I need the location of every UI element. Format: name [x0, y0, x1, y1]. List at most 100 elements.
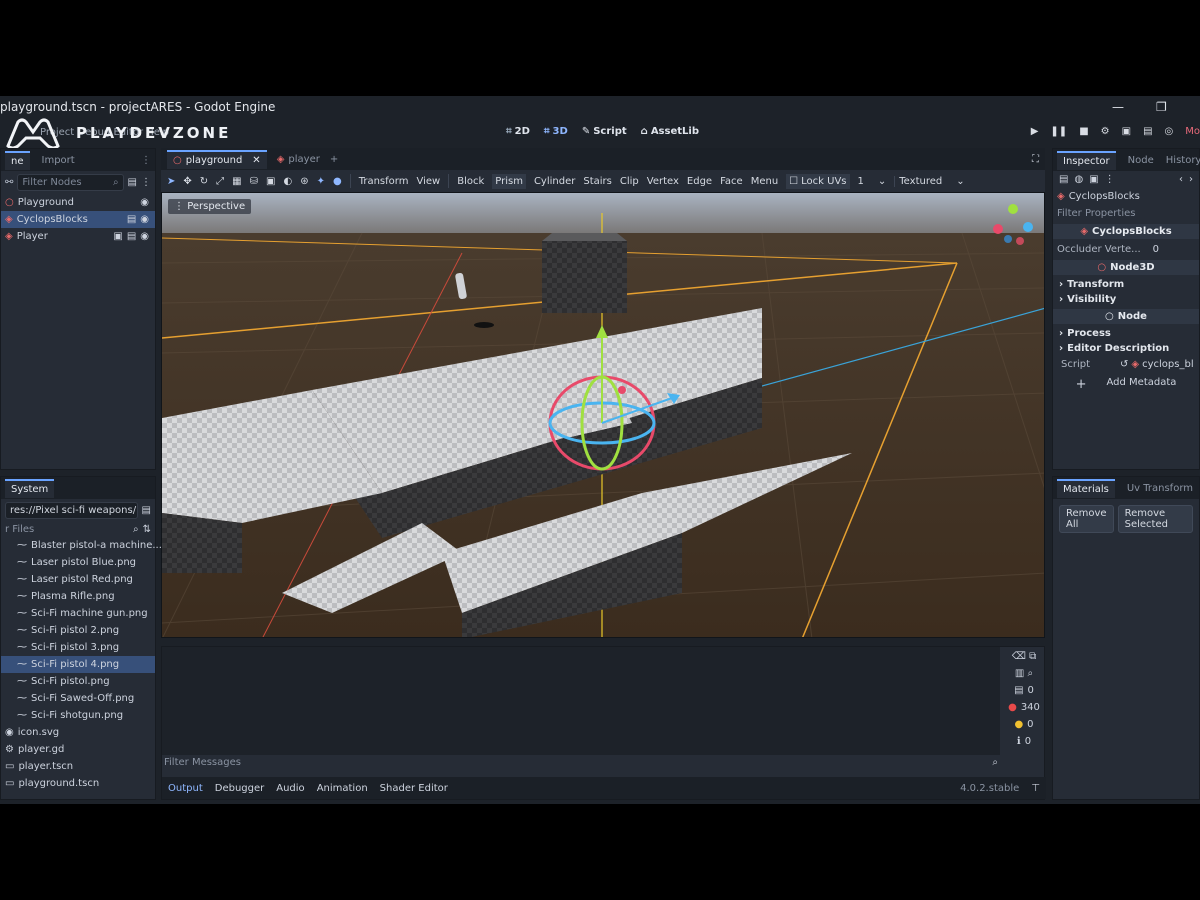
- local-space-icon[interactable]: ◐: [283, 176, 292, 187]
- script-icon[interactable]: ▤: [127, 231, 136, 242]
- snap-icon[interactable]: ⊛: [300, 176, 308, 187]
- tool-face[interactable]: Face: [720, 176, 743, 187]
- log-count[interactable]: ▤ 0: [1014, 685, 1034, 696]
- lock-uvs-toggle[interactable]: ☐ Lock UVs: [786, 173, 850, 189]
- shading-select[interactable]: Textured ⌄: [894, 175, 965, 187]
- file-item[interactable]: ▭ player.tscn: [1, 758, 155, 775]
- remove-selected-button[interactable]: Remove Selected: [1117, 505, 1193, 533]
- tree-item-cyclopsblocks[interactable]: ◈ CyclopsBlocks ▤ ◉: [1, 211, 155, 228]
- move-tool-icon[interactable]: ✥: [183, 176, 191, 187]
- renderer-label[interactable]: Mo: [1185, 126, 1200, 137]
- menu-dots-icon[interactable]: ⋮: [141, 155, 151, 166]
- file-item[interactable]: ⁓ Sci-Fi pistol 3.png: [1, 639, 155, 656]
- script-icon[interactable]: ▤: [127, 214, 136, 225]
- file-item[interactable]: ⁓ Laser pistol Red.png: [1, 571, 155, 588]
- file-item[interactable]: ⁓ Sci-Fi machine gun.png: [1, 605, 155, 622]
- restore-icon[interactable]: ❐: [1156, 100, 1167, 114]
- remote-debug-icon[interactable]: ⚙: [1101, 126, 1110, 137]
- filter-files-input[interactable]: r Files: [5, 524, 129, 535]
- section-editor-description[interactable]: › Editor Description: [1053, 341, 1199, 356]
- inspected-object[interactable]: ◈ CyclopsBlocks: [1053, 188, 1199, 205]
- tool-clip[interactable]: Clip: [620, 176, 639, 187]
- fullscreen-icon[interactable]: ⛶: [1032, 154, 1039, 165]
- back-icon[interactable]: ‹: [1179, 174, 1183, 185]
- filter-messages-input[interactable]: Filter Messages ⌕: [164, 757, 998, 768]
- minimize-icon[interactable]: —: [1112, 100, 1124, 114]
- tool-menu[interactable]: Menu: [751, 176, 778, 187]
- sun-icon[interactable]: ✦: [317, 176, 325, 187]
- tab-history[interactable]: History: [1166, 155, 1200, 166]
- tab-shader-editor[interactable]: Shader Editor: [380, 783, 448, 794]
- pause-icon[interactable]: ❚❚: [1050, 126, 1067, 137]
- tab-node[interactable]: Node: [1128, 155, 1154, 166]
- visibility-icon[interactable]: ◉: [140, 231, 149, 242]
- play-scene-icon[interactable]: ▣: [1122, 126, 1131, 137]
- tool-cylinder[interactable]: Cylinder: [534, 176, 575, 187]
- script-attach-icon[interactable]: ▤: [128, 177, 137, 188]
- menu-view[interactable]: View: [416, 176, 440, 187]
- play-custom-icon[interactable]: ▤: [1143, 126, 1152, 137]
- menu-transform[interactable]: Transform: [359, 176, 409, 187]
- section-process[interactable]: › Process: [1053, 326, 1199, 341]
- file-item[interactable]: ⁓ Sci-Fi pistol 4.png: [1, 656, 155, 673]
- tab-scene[interactable]: ne: [5, 150, 30, 170]
- tool-stairs[interactable]: Stairs: [583, 176, 612, 187]
- perspective-menu[interactable]: ⋮ Perspective: [168, 199, 252, 214]
- workspace-3d[interactable]: ⌗ 3D: [544, 126, 568, 137]
- tool-prism[interactable]: Prism: [492, 173, 526, 189]
- section-visibility[interactable]: › Visibility: [1053, 292, 1199, 307]
- new-resource-icon[interactable]: ▤: [1059, 174, 1068, 185]
- workspace-script[interactable]: ✎ Script: [582, 126, 627, 137]
- property-occluder[interactable]: Occluder Verte... 0: [1053, 241, 1199, 258]
- tree-item-playground[interactable]: ○ Playground ◉: [1, 194, 155, 211]
- load-resource-icon[interactable]: ◍: [1074, 174, 1083, 185]
- filter-properties-input[interactable]: Filter Properties: [1053, 205, 1199, 222]
- add-tab-icon[interactable]: +: [330, 154, 338, 165]
- rotate-tool-icon[interactable]: ↻: [200, 176, 208, 187]
- workspace-assetlib[interactable]: ⌂ AssetLib: [641, 126, 699, 137]
- output-log[interactable]: [162, 647, 1000, 755]
- visibility-icon[interactable]: ◉: [140, 197, 149, 208]
- file-item[interactable]: ⁓ Sci-Fi pistol.png: [1, 673, 155, 690]
- tab-player[interactable]: ◈ player: [277, 154, 320, 165]
- tool-block[interactable]: Block: [457, 176, 484, 187]
- group-icon[interactable]: ▣: [266, 176, 275, 187]
- add-metadata-button[interactable]: + Add Metadata: [1053, 373, 1199, 396]
- file-item[interactable]: ⚙ player.gd: [1, 741, 155, 758]
- tab-playground[interactable]: ○ playground ✕: [167, 149, 267, 169]
- tab-materials[interactable]: Materials: [1057, 478, 1115, 498]
- tab-filesystem[interactable]: System: [5, 478, 55, 498]
- scene-instance-icon[interactable]: ▣: [113, 231, 122, 242]
- file-item[interactable]: ⁓ Laser pistol Blue.png: [1, 554, 155, 571]
- close-icon[interactable]: ✕: [252, 155, 260, 166]
- visibility-icon[interactable]: ◉: [140, 214, 149, 225]
- file-item[interactable]: ⁓ Sci-Fi Sawed-Off.png: [1, 690, 155, 707]
- toggle-search-icon[interactable]: ▥ ⌕: [1015, 668, 1033, 679]
- tab-debugger[interactable]: Debugger: [215, 783, 265, 794]
- save-icon[interactable]: ▣: [1089, 174, 1098, 185]
- file-item[interactable]: ⁓ Sci-Fi shotgun.png: [1, 707, 155, 724]
- tree-item-player[interactable]: ◈ Player ▣ ▤ ◉: [1, 228, 155, 245]
- tab-uv-transform[interactable]: Uv Transform: [1127, 483, 1193, 494]
- file-item[interactable]: ⁓ Sci-Fi pistol 2.png: [1, 622, 155, 639]
- lock-value-select[interactable]: 1 ⌄: [858, 176, 887, 187]
- view-gizmo-icon[interactable]: [988, 199, 1038, 249]
- link-icon[interactable]: ⚯: [5, 177, 13, 188]
- workspace-2d[interactable]: ⌗ 2D: [506, 126, 530, 137]
- split-view-icon[interactable]: ▤: [142, 505, 151, 516]
- menu-dots-icon[interactable]: ⋮: [141, 177, 151, 188]
- forward-icon[interactable]: ›: [1189, 174, 1193, 185]
- remove-all-button[interactable]: Remove All: [1059, 505, 1114, 533]
- file-item[interactable]: ◉ icon.svg: [1, 724, 155, 741]
- path-field[interactable]: res://Pixel sci-fi weapons/Pix: [5, 502, 138, 519]
- warning-count[interactable]: ● 0: [1014, 719, 1033, 730]
- section-transform[interactable]: › Transform: [1053, 277, 1199, 292]
- lock-icon[interactable]: ⛁: [250, 176, 258, 187]
- scale-tool-icon[interactable]: ⤢: [216, 176, 224, 187]
- error-count[interactable]: ● 340: [1008, 702, 1040, 713]
- tab-audio[interactable]: Audio: [276, 783, 304, 794]
- script-value[interactable]: ↺ ◈ cyclops_bl: [1120, 359, 1194, 370]
- pin-icon[interactable]: ⊤: [1031, 783, 1040, 794]
- file-item[interactable]: ⁓ Blaster pistol-a machine...: [1, 537, 162, 554]
- sort-icon[interactable]: ⇅: [143, 524, 151, 535]
